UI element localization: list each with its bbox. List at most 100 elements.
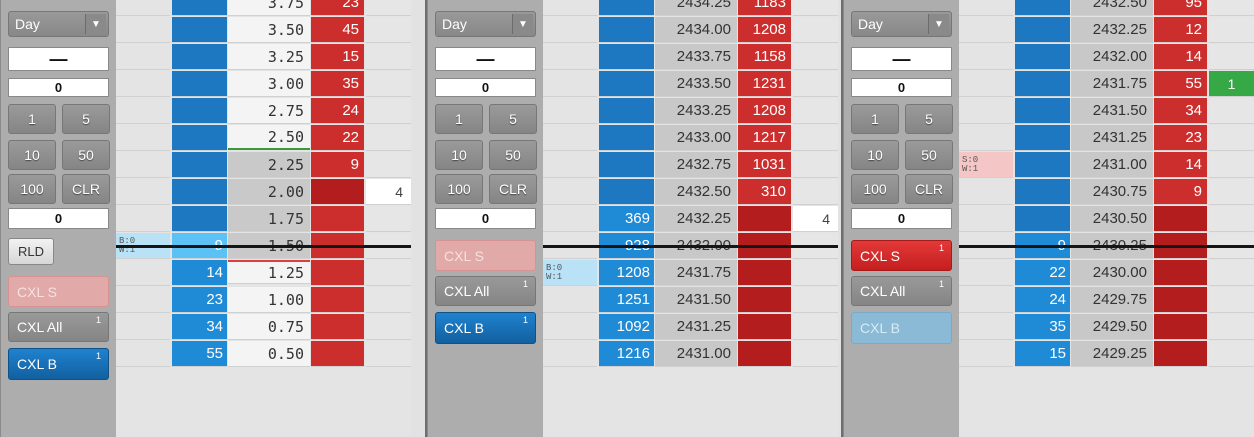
order-cell[interactable] <box>366 260 411 286</box>
chevron-down-icon[interactable]: ▼ <box>928 14 949 34</box>
qty-100-button[interactable]: 100 <box>435 174 483 204</box>
cancel-sell-button[interactable]: CXL S 1 <box>851 240 952 271</box>
order-cell[interactable] <box>1209 287 1254 313</box>
ask-cell[interactable]: 1217 <box>738 125 791 151</box>
qty-1-button[interactable]: 1 <box>8 104 56 134</box>
qty-10-button[interactable]: 10 <box>851 140 899 170</box>
qty-1-button[interactable]: 1 <box>435 104 483 134</box>
ask-cell[interactable]: 45 <box>311 17 364 43</box>
ask-cell[interactable]: 310 <box>738 179 791 205</box>
order-cell[interactable]: 1 <box>1209 71 1254 97</box>
order-cell[interactable] <box>366 314 411 340</box>
bid-cell[interactable] <box>599 125 654 151</box>
ask-cell[interactable] <box>738 206 791 232</box>
bid-cell[interactable] <box>599 44 654 70</box>
ask-cell[interactable]: 1031 <box>738 152 791 178</box>
ask-cell[interactable]: 55 <box>1154 71 1207 97</box>
ask-cell[interactable] <box>738 260 791 286</box>
bid-cell[interactable] <box>599 0 654 16</box>
bid-cell[interactable] <box>172 17 227 43</box>
quantity-field[interactable]: 0 <box>435 78 536 97</box>
ask-cell[interactable]: 1231 <box>738 71 791 97</box>
qty-10-button[interactable]: 10 <box>8 140 56 170</box>
order-cell[interactable] <box>1209 206 1254 232</box>
bid-cell[interactable]: 55 <box>172 341 227 367</box>
cancel-sell-button[interactable]: CXL S <box>435 240 536 271</box>
bid-cell[interactable] <box>172 0 227 16</box>
ask-cell[interactable] <box>311 314 364 340</box>
qty-5-button[interactable]: 5 <box>62 104 110 134</box>
qty-1-button[interactable]: 1 <box>851 104 899 134</box>
bid-cell[interactable]: 24 <box>1015 287 1070 313</box>
chevron-down-icon[interactable]: ▼ <box>512 14 533 34</box>
ask-cell[interactable] <box>311 341 364 367</box>
bid-cell[interactable]: 35 <box>1015 314 1070 340</box>
tif-select[interactable]: Day ▼ <box>8 11 109 37</box>
qty-5-button[interactable]: 5 <box>905 104 953 134</box>
bid-cell[interactable] <box>172 125 227 151</box>
bid-cell[interactable] <box>172 71 227 97</box>
tif-select[interactable]: Day ▼ <box>851 11 952 37</box>
order-cell[interactable] <box>1209 179 1254 205</box>
order-cell[interactable] <box>366 152 411 178</box>
order-cell[interactable] <box>366 125 411 151</box>
price-field[interactable]: — <box>8 47 109 71</box>
bid-cell[interactable] <box>1015 206 1070 232</box>
order-cell[interactable] <box>793 314 838 340</box>
qty-100-button[interactable]: 100 <box>851 174 899 204</box>
bid-cell[interactable]: 1208 <box>599 260 654 286</box>
ask-cell[interactable]: 15 <box>311 44 364 70</box>
order-cell[interactable] <box>793 71 838 97</box>
bid-cell[interactable]: 1251 <box>599 287 654 313</box>
ask-cell[interactable]: 34 <box>1154 98 1207 124</box>
bid-cell[interactable]: 14 <box>172 260 227 286</box>
order-cell[interactable] <box>793 125 838 151</box>
qty-50-button[interactable]: 50 <box>905 140 953 170</box>
order-cell[interactable] <box>793 341 838 367</box>
order-cell[interactable] <box>366 98 411 124</box>
reload-button[interactable]: RLD <box>8 238 54 265</box>
ask-cell[interactable]: 12 <box>1154 17 1207 43</box>
order-cell[interactable] <box>1209 98 1254 124</box>
bid-cell[interactable] <box>1015 44 1070 70</box>
order-cell[interactable] <box>1209 125 1254 151</box>
order-cell[interactable] <box>793 98 838 124</box>
order-cell[interactable] <box>366 71 411 97</box>
ask-cell[interactable] <box>1154 341 1207 367</box>
bid-cell[interactable] <box>1015 71 1070 97</box>
ask-cell[interactable] <box>738 287 791 313</box>
chevron-down-icon[interactable]: ▼ <box>85 14 106 34</box>
order-cell[interactable] <box>1209 152 1254 178</box>
order-cell[interactable] <box>366 0 411 16</box>
bid-cell[interactable]: 15 <box>1015 341 1070 367</box>
bid-cell[interactable] <box>599 152 654 178</box>
ask-cell[interactable]: 35 <box>311 71 364 97</box>
qty-50-button[interactable]: 50 <box>62 140 110 170</box>
ask-cell[interactable] <box>311 260 364 286</box>
bid-cell[interactable]: 22 <box>1015 260 1070 286</box>
ask-cell[interactable]: 1183 <box>738 0 791 16</box>
quantity-field[interactable]: 0 <box>851 78 952 97</box>
ask-cell[interactable] <box>311 179 364 205</box>
cancel-buy-button[interactable]: CXL B <box>851 312 952 344</box>
quantity-field[interactable]: 0 <box>8 78 109 97</box>
tif-select[interactable]: Day ▼ <box>435 11 536 37</box>
qty-100-button[interactable]: 100 <box>8 174 56 204</box>
ask-cell[interactable]: 1208 <box>738 98 791 124</box>
bid-cell[interactable]: 1216 <box>599 341 654 367</box>
bid-cell[interactable] <box>172 44 227 70</box>
bid-cell[interactable] <box>1015 125 1070 151</box>
bid-cell[interactable] <box>172 206 227 232</box>
order-cell[interactable] <box>366 17 411 43</box>
bid-cell[interactable] <box>599 98 654 124</box>
order-cell[interactable] <box>1209 0 1254 16</box>
qty-5-button[interactable]: 5 <box>489 104 537 134</box>
order-cell[interactable] <box>793 287 838 313</box>
position-field[interactable]: 0 <box>435 208 536 229</box>
qty-10-button[interactable]: 10 <box>435 140 483 170</box>
cancel-buy-button[interactable]: CXL B 1 <box>435 312 536 344</box>
order-cell[interactable]: 4 <box>793 206 838 232</box>
order-cell[interactable] <box>1209 44 1254 70</box>
ask-cell[interactable] <box>1154 314 1207 340</box>
ask-cell[interactable] <box>311 287 364 313</box>
